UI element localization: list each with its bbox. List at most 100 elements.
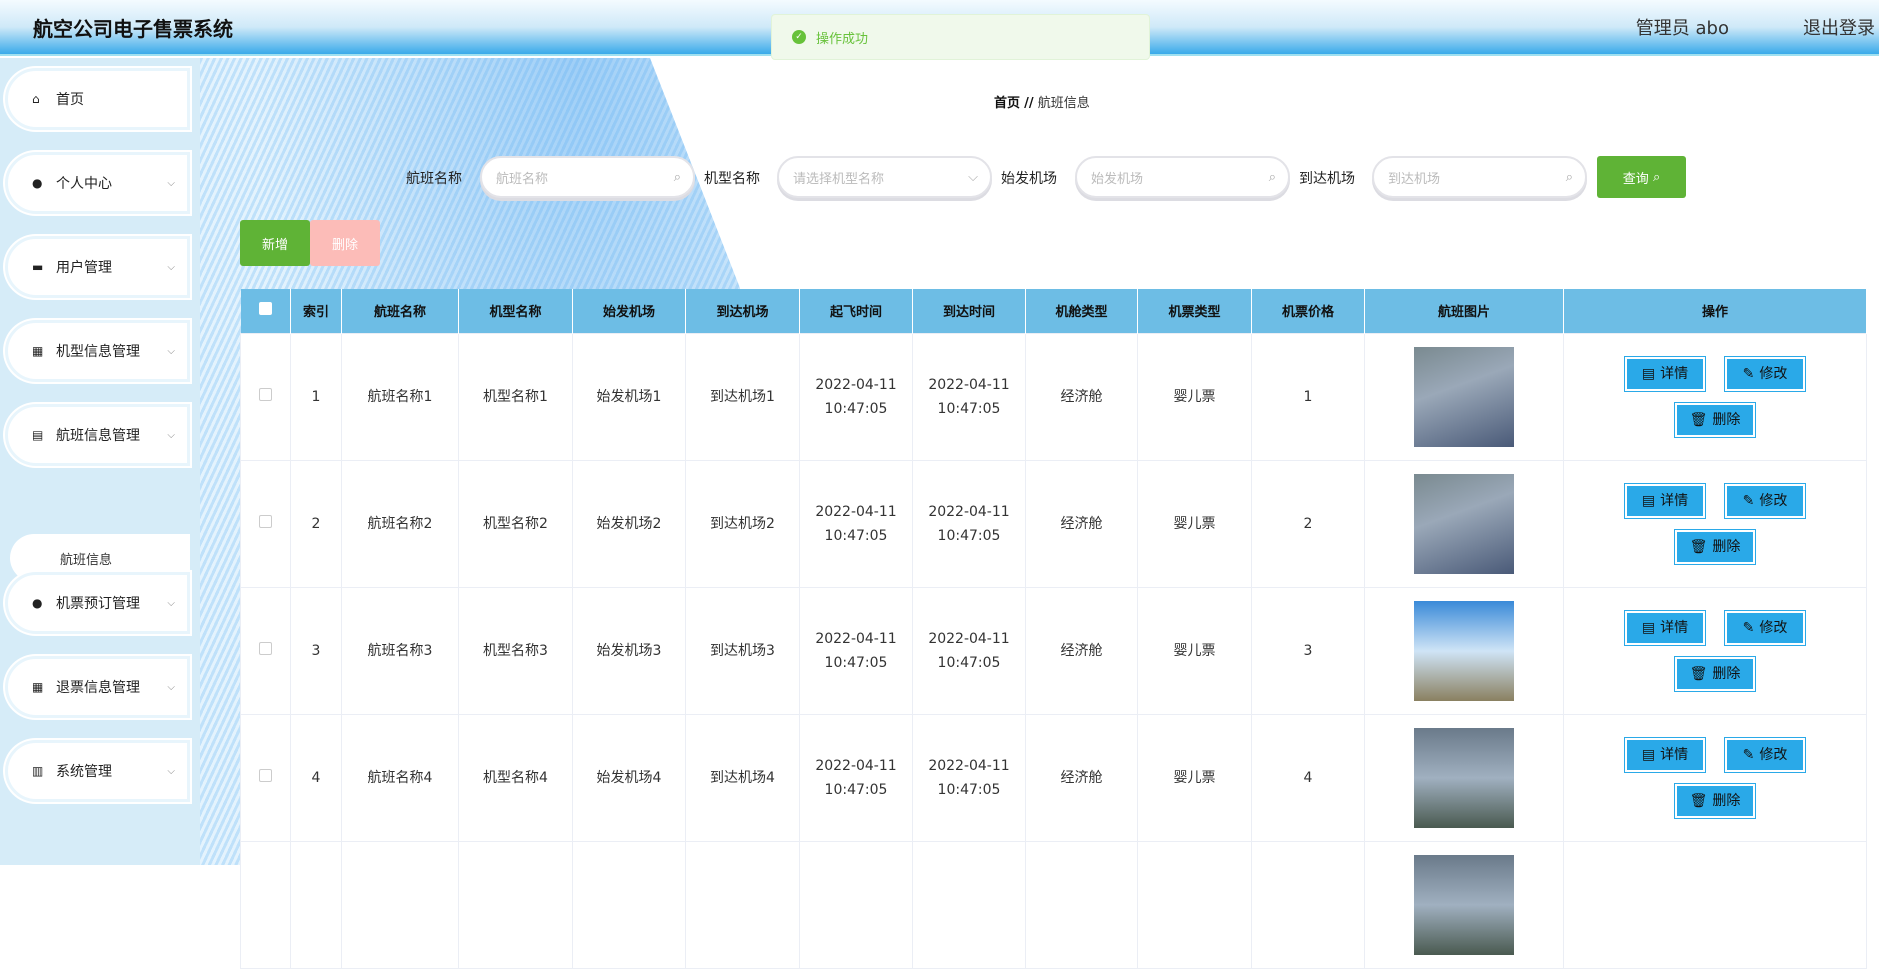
placeholder: 始发机场 — [1091, 171, 1144, 187]
table-cell: 2022-04-11 10:47:05 — [799, 459, 913, 588]
column-header: 到达时间 — [912, 289, 1026, 333]
logout-link[interactable]: 退出登录 — [1803, 14, 1875, 40]
table-cell: 始发机场2 — [572, 459, 686, 588]
table-cell: 始发机场3 — [572, 586, 686, 715]
column-header: 到达机场 — [685, 289, 800, 333]
search-icon: ⌕ — [1268, 169, 1276, 185]
table-cell: 机型名称3 — [458, 586, 573, 715]
label: 删除 — [1712, 538, 1741, 555]
label: 详情 — [1660, 492, 1689, 509]
row-checkbox[interactable] — [240, 586, 291, 715]
select-all-checkbox[interactable] — [240, 289, 291, 333]
table-cell: 航班名称1 — [341, 332, 459, 461]
sidebar-item-1[interactable]: ● 个人中心 ⌵ — [5, 152, 190, 214]
row-delete-button[interactable]: 🗑 删除 — [1674, 655, 1756, 692]
sidebar-item-label: 首页 — [56, 92, 84, 108]
sidebar-item-5[interactable]: ● 机票预订管理 ⌵ — [5, 572, 190, 634]
flight-image — [1414, 727, 1514, 828]
detail-button[interactable]: ▤ 详情 — [1624, 482, 1706, 519]
table-cell: 婴儿票 — [1137, 332, 1252, 461]
table-cell: 婴儿票 — [1137, 586, 1252, 715]
edit-button[interactable]: ✎ 修改 — [1724, 736, 1806, 773]
table-cell: 2022-04-11 10:47:05 — [799, 713, 913, 842]
table-cell: 经济舱 — [1025, 713, 1138, 842]
table-cell: 2022-04-11 10:47:05 — [912, 332, 1026, 461]
sidebar-item-3[interactable]: ▦ 机型信息管理 ⌵ — [5, 320, 190, 382]
label: 详情 — [1660, 619, 1689, 636]
document-icon: ▤ — [1641, 365, 1656, 382]
chevron-down-icon: ⌵ — [167, 177, 175, 189]
table-cell: 3 — [290, 586, 342, 715]
add-button[interactable]: 新增 — [240, 220, 310, 266]
trash-icon: 🗑 — [1689, 538, 1708, 555]
label: 修改 — [1759, 365, 1788, 382]
placeholder: 航班名称 — [496, 171, 549, 187]
column-header: 起飞时间 — [799, 289, 913, 333]
flight-table: 索引 航班名称 机型名称 始发机场 到达机场 起飞时间 到达时间 机舱类型 机票类型 机票价格 航班… — [240, 289, 1867, 969]
home-icon: ⌂ — [32, 92, 40, 106]
trash-icon: 🗑 — [1689, 411, 1708, 428]
label: 修改 — [1759, 746, 1788, 763]
search-input-2[interactable]: 始发机场 ⌕ — [1075, 156, 1290, 198]
edit-button[interactable]: ✎ 修改 — [1724, 609, 1806, 646]
toast-message: 操作成功 — [816, 31, 869, 47]
table-cell: 2022-04-11 10:47:05 — [912, 459, 1026, 588]
chevron-down-icon: ⌵ — [167, 429, 175, 441]
edit-icon: ✎ — [1742, 746, 1755, 763]
search-icon: ⌕ — [673, 169, 681, 185]
sidebar-item-7[interactable]: ▥ 系统管理 ⌵ — [5, 740, 190, 802]
table-cell: 到达机场2 — [685, 459, 800, 588]
table-cell: 婴儿票 — [1137, 459, 1252, 588]
edit-button[interactable]: ✎ 修改 — [1724, 355, 1806, 392]
search-input-3[interactable]: 到达机场 ⌕ — [1372, 156, 1587, 198]
table-cell: 航班名称3 — [341, 586, 459, 715]
placeholder: 请选择机型名称 — [793, 171, 885, 187]
detail-button[interactable]: ▤ 详情 — [1624, 355, 1706, 392]
label: 详情 — [1660, 365, 1689, 382]
sidebar-item-0[interactable]: ⌂ 首页 — [5, 68, 190, 130]
row-checkbox[interactable] — [240, 459, 291, 588]
breadcrumb-sep: // — [1024, 96, 1034, 111]
row-delete-button[interactable]: 🗑 删除 — [1674, 528, 1756, 565]
document-icon: ▤ — [1641, 746, 1656, 763]
query-label: 查询 — [1622, 171, 1649, 187]
detail-button[interactable]: ▤ 详情 — [1624, 736, 1706, 773]
column-header: 航班图片 — [1364, 289, 1564, 333]
row-delete-button[interactable]: 🗑 删除 — [1674, 782, 1756, 819]
check-circle-icon: ✓ — [792, 30, 806, 44]
label: 删除 — [1712, 411, 1741, 428]
sidebar-item-label: 个人中心 — [56, 176, 112, 192]
table-cell: 经济舱 — [1025, 459, 1138, 588]
table-row: 2 航班名称2 机型名称2 始发机场2 到达机场2 2022-04-11 10:47:05… — [240, 459, 1867, 588]
row-checkbox[interactable] — [240, 332, 291, 461]
label: 删除 — [1712, 665, 1741, 682]
flight-image — [1414, 854, 1514, 955]
table-cell: 4 — [290, 713, 342, 842]
row-delete-button[interactable]: 🗑 删除 — [1674, 401, 1756, 438]
delete-button[interactable]: 删除 — [310, 220, 380, 266]
table-cell: 机型名称1 — [458, 332, 573, 461]
sidebar-item-4[interactable]: ▤ 航班信息管理 ⌵ — [5, 404, 190, 466]
search-input-1[interactable]: 请选择机型名称 ⌵ — [777, 156, 992, 198]
column-header: 机票价格 — [1251, 289, 1365, 333]
sidebar-item-6[interactable]: ▦ 退票信息管理 ⌵ — [5, 656, 190, 718]
edit-icon: ✎ — [1742, 365, 1755, 382]
breadcrumb-home[interactable]: 首页 — [994, 96, 1020, 111]
app-title: 航空公司电子售票系统 — [33, 17, 233, 41]
chevron-down-icon: ⌵ — [167, 597, 175, 609]
table-cell: 2022-04-11 10:47:05 — [912, 713, 1026, 842]
current-user: 管理员 abo — [1635, 18, 1729, 39]
grid-icon: ▦ — [32, 680, 44, 694]
table-cell: 1 — [290, 332, 342, 461]
label: 详情 — [1660, 746, 1689, 763]
sidebar-item-2[interactable]: ▬ 用户管理 ⌵ — [5, 236, 190, 298]
breadcrumb: 首页 // 航班信息 — [994, 92, 1090, 111]
query-button[interactable]: 查询 ⌕ — [1597, 156, 1686, 198]
edit-button[interactable]: ✎ 修改 — [1724, 482, 1806, 519]
detail-button[interactable]: ▤ 详情 — [1624, 609, 1706, 646]
label: 修改 — [1759, 492, 1788, 509]
search-input-0[interactable]: 航班名称 ⌕ — [480, 156, 695, 198]
search-label: 始发机场 — [1001, 171, 1057, 187]
success-toast: ✓ 操作成功 — [771, 14, 1150, 60]
row-checkbox[interactable] — [240, 713, 291, 842]
